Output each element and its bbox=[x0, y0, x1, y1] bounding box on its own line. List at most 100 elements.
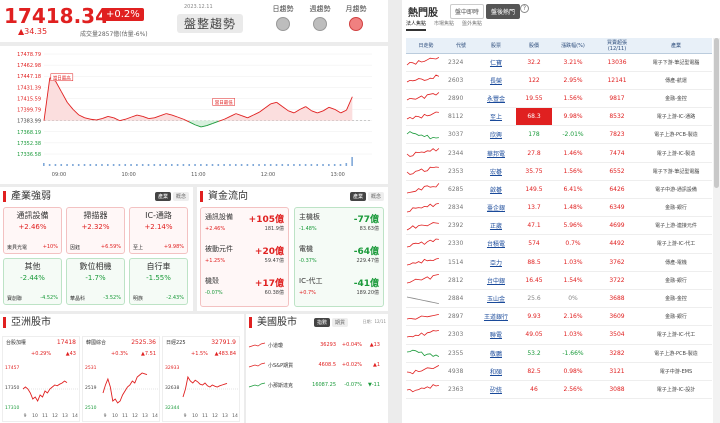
table-row[interactable]: 2363 矽統 46 2.56% 3088 電子上游-IC-設計 bbox=[406, 380, 712, 400]
column-header[interactable]: 股票 bbox=[476, 38, 516, 54]
stock-name-link[interactable]: 和碩 bbox=[476, 362, 516, 381]
table-row[interactable]: 2890 永豐金 19.55 1.56% 9817 金融-金控 bbox=[406, 89, 712, 109]
subtab-market[interactable]: 市場焦點 bbox=[434, 20, 454, 31]
table-row[interactable]: 2897 王道銀行 9.93 2.16% 3609 金融-銀行 bbox=[406, 307, 712, 327]
help-icon[interactable]: ? bbox=[520, 4, 529, 13]
stock-name-link[interactable]: 亞力 bbox=[476, 253, 516, 272]
industry-card[interactable]: 其他 -2.44% 寶創聯 -4.52% bbox=[3, 258, 62, 305]
table-row[interactable]: 2603 長榮 122 2.95% 12141 傳產-航運 bbox=[406, 71, 712, 90]
stock-change-pct: 0% bbox=[552, 289, 594, 309]
stock-name-link[interactable]: 矽統 bbox=[476, 380, 516, 400]
market-name: 日經225 bbox=[166, 340, 186, 346]
table-row[interactable]: 2324 仁寶 32.2 3.21% 13036 電子下游-筆記型電腦 bbox=[406, 53, 712, 72]
industry-card[interactable]: 自行車 -1.55% 明族 -2.43% bbox=[129, 258, 188, 305]
industry-name: 通訊設備 bbox=[16, 211, 49, 220]
capital-item[interactable]: 通訊設備 +105億 +2.46% 181.9億 bbox=[205, 212, 284, 240]
stock-name-link[interactable]: 長榮 bbox=[476, 71, 516, 90]
table-row[interactable]: 2812 台中銀 16.45 1.54% 3722 金融-銀行 bbox=[406, 271, 712, 290]
capital-item[interactable]: 機殼 +17億 -0.07% 60.38億 bbox=[205, 276, 284, 304]
mini-y-tick: 32933 bbox=[165, 365, 179, 371]
table-row[interactable]: 2355 敬鵬 53.2 -1.66% 3282 電子上游-PCB-製造 bbox=[406, 344, 712, 363]
table-row[interactable]: 2884 玉山金 25.6 0% 3688 金融-金控 bbox=[406, 289, 712, 309]
us-market-row[interactable]: 小S&P期貨 4608.5 +0.02% ▲1 bbox=[246, 356, 386, 374]
column-header[interactable]: 買賣超張 (12/11) bbox=[594, 38, 640, 54]
stock-name-link[interactable]: 台中銀 bbox=[476, 271, 516, 290]
table-row[interactable]: 2834 臺企銀 13.7 1.48% 6349 金融-銀行 bbox=[406, 198, 712, 218]
stock-name-link[interactable]: 玉山金 bbox=[476, 289, 516, 309]
capital-item[interactable]: 電機 -64億 -0.37% 229.47億 bbox=[299, 244, 379, 272]
weekly-trend-button[interactable]: 週趨勢 bbox=[305, 4, 335, 31]
tab-after-hours[interactable]: 盤後熱門 bbox=[486, 4, 521, 19]
stock-name-link[interactable]: 華邦電 bbox=[476, 143, 516, 163]
stock-price: 32.2 bbox=[516, 53, 552, 72]
column-header[interactable]: 代號 bbox=[446, 38, 476, 54]
us-market-row[interactable]: 小道瓊 36293 +0.04% ▲13 bbox=[246, 336, 386, 354]
table-row[interactable]: 2330 台積電 574 0.7% 4492 電子上游-IC-代工 bbox=[406, 234, 712, 254]
industry-card[interactable]: IC-通路 +2.14% 至上 +9.98% bbox=[129, 207, 188, 254]
stock-name-link[interactable]: 臺企銀 bbox=[476, 198, 516, 218]
table-row[interactable]: 4938 和碩 82.5 0.98% 3121 電子中游-EMS bbox=[406, 362, 712, 381]
industry-tab[interactable]: 產業 bbox=[154, 192, 171, 201]
asia-panel: 亞洲股市 台股加權 17418 +0.29% ▲43 17457 17350 17310 9 1… bbox=[0, 314, 244, 423]
volume-bar bbox=[136, 164, 138, 166]
stock-industry: 電子上游-IC-代工 bbox=[640, 325, 712, 345]
stock-name-link[interactable]: 欣興 bbox=[476, 125, 516, 145]
asia-market-card[interactable]: 韓國綜合 2525.36 +0.3% ▲7.51 2531 2519 2510 9 10 11 12… bbox=[82, 336, 160, 422]
stock-change-pct: 2.56% bbox=[552, 380, 594, 400]
stock-change-pct: 6.41% bbox=[552, 180, 594, 200]
column-header[interactable]: 日走勢 bbox=[406, 38, 446, 54]
scrollbar-thumb[interactable] bbox=[714, 38, 719, 188]
industry-card[interactable]: 通訊設備 +2.46% 東貝光電 +10% bbox=[3, 207, 62, 254]
us-market-change: +0.04% bbox=[341, 342, 362, 348]
table-row[interactable]: 2392 正崴 47.1 5.96% 4699 電子上游-連接元件 bbox=[406, 216, 712, 236]
table-row[interactable]: 2344 華邦電 27.8 1.46% 7474 電子上游-IC-製造 bbox=[406, 143, 712, 163]
column-header[interactable]: 股價 bbox=[516, 38, 552, 54]
table-row[interactable]: 3037 欣興 178 -2.01% 7823 電子上游-PCB-製造 bbox=[406, 125, 712, 145]
stock-name-link[interactable]: 敬鵬 bbox=[476, 344, 516, 363]
tab-intraday[interactable]: 盤中即時 bbox=[450, 4, 485, 19]
table-row[interactable]: 2353 宏碁 35.75 1.56% 6552 電子下游-筆記型電腦 bbox=[406, 162, 712, 181]
subtab-institutional[interactable]: 法人焦點 bbox=[406, 20, 427, 31]
capital-item[interactable]: IC-代工 -41億 +0.7% 189.20億 bbox=[299, 276, 379, 304]
capital-industry-tab[interactable]: 產業 bbox=[349, 192, 366, 201]
industry-card[interactable]: 掃描器 +2.32% 因鈺 +6.59% bbox=[66, 207, 125, 254]
stock-name-link[interactable]: 聯電 bbox=[476, 325, 516, 345]
stock-name-link[interactable]: 至上 bbox=[476, 107, 516, 127]
table-row[interactable]: 6285 啟碁 149.5 6.41% 6426 電子中游-通訊設備 bbox=[406, 180, 712, 200]
stock-name-link[interactable]: 仁寶 bbox=[476, 53, 516, 72]
stock-name-link[interactable]: 永豐金 bbox=[476, 89, 516, 109]
mini-x-tick: 9 bbox=[24, 413, 27, 419]
monthly-trend-button[interactable]: 月趨勢 bbox=[341, 4, 371, 31]
stock-name-link[interactable]: 啟碁 bbox=[476, 180, 516, 200]
capital-concept-tab[interactable]: 概念 bbox=[367, 192, 384, 201]
us-index-tab[interactable]: 指數 bbox=[314, 318, 331, 327]
capital-item[interactable]: 被動元件 +20億 +1.25% 59.47億 bbox=[205, 244, 284, 272]
scrollbar[interactable] bbox=[713, 38, 720, 423]
index-change-pct: +0.2% bbox=[102, 8, 144, 21]
us-market-row[interactable]: 小那斯達克 16087.25 -0.07% ▼-11 bbox=[246, 376, 386, 394]
stock-name-link[interactable]: 台積電 bbox=[476, 234, 516, 254]
industry-pct: -2.44% bbox=[20, 274, 45, 282]
daily-trend-button[interactable]: 日趨勢 bbox=[268, 4, 298, 31]
column-header[interactable]: 漲跌幅(%) bbox=[552, 38, 594, 54]
stock-code: 2890 bbox=[446, 89, 476, 109]
industry-card[interactable]: 數位相機 -1.7% 華晶科 -3.52% bbox=[66, 258, 125, 305]
row-sparkline bbox=[406, 349, 440, 358]
stock-name-link[interactable]: 宏碁 bbox=[476, 162, 516, 181]
column-header[interactable]: 產業 bbox=[640, 38, 712, 54]
table-row[interactable]: 2303 聯電 49.05 1.03% 3504 電子上游-IC-代工 bbox=[406, 325, 712, 345]
table-row[interactable]: 8112 至上 68.3 9.98% 8532 電子上游-IC-通路 bbox=[406, 107, 712, 127]
stock-name-link[interactable]: 正崴 bbox=[476, 216, 516, 236]
stock-name-link[interactable]: 王道銀行 bbox=[476, 307, 516, 327]
leader-pct: +10% bbox=[42, 244, 58, 250]
capital-item[interactable]: 主機板 -77億 -1.48% 83.63億 bbox=[299, 212, 379, 240]
asia-market-card[interactable]: 台股加權 17418 +0.29% ▲43 17457 17350 17310 9 10 11 12… bbox=[2, 336, 80, 422]
asia-market-card[interactable]: 日經225 32791.9 +1.5% ▲483.84 32933 32638 32344 9… bbox=[162, 336, 240, 422]
table-row[interactable]: 1514 亞力 88.5 1.03% 3762 傳產-電機 bbox=[406, 253, 712, 272]
concept-tab[interactable]: 概念 bbox=[172, 192, 189, 201]
us-futures-tab[interactable]: 期貨 bbox=[332, 318, 349, 327]
stock-industry: 電子上游-IC-通路 bbox=[640, 107, 712, 127]
net-buy-volume: 3722 bbox=[594, 271, 640, 290]
subtab-offmarket[interactable]: 盤外焦點 bbox=[462, 20, 482, 31]
hot-stocks-title: 熱門股 bbox=[408, 8, 438, 19]
